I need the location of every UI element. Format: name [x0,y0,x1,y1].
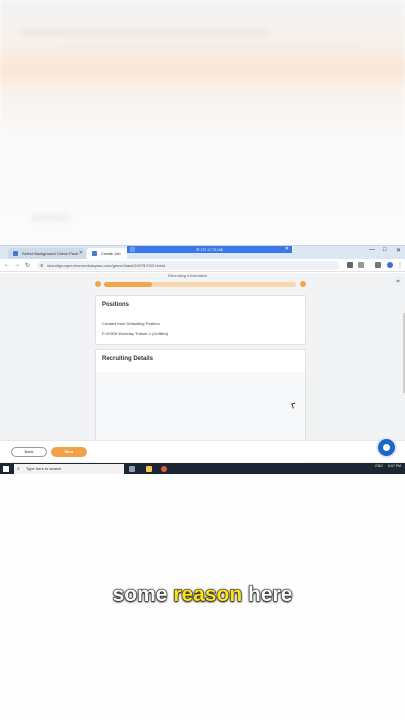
close-window-icon[interactable]: ✕ [396,247,401,254]
address-bar: ← → ↻ ⚙ shandigroupreview.workdayasu.com… [0,259,405,272]
back-arrow-icon[interactable]: ← [4,262,10,268]
positions-card: Positions Created from Defaulting Positi… [95,295,306,345]
reload-icon[interactable]: ↻ [25,262,30,269]
workday-favicon-icon [92,251,97,256]
site-info-icon[interactable]: ⚙ [40,261,44,270]
search-icon: ⌕ [17,466,20,472]
help-assistant-icon[interactable] [376,437,397,458]
back-button[interactable]: Back [11,447,47,457]
caption-word-highlight: reason [173,583,243,607]
workday-favicon-icon [13,251,18,256]
tray-lang: ENG [375,464,383,468]
chrome-icon[interactable] [161,466,167,472]
url-field[interactable]: ⚙ shandigroupreview.workdayasu.com/genx/… [37,261,340,270]
tab-label: Select Background Check Pack [22,251,79,256]
positions-field-value[interactable]: P-00909 Workday Trainer-1 (Unfilled) [102,331,168,336]
breadcrumb: Recruiting Information [168,273,208,278]
blur-line [60,44,360,50]
side-panel-toggle[interactable]: ⇄ [393,276,403,286]
system-tray[interactable]: ENG 6:07 PM [375,464,401,468]
windows-start-icon[interactable] [3,466,9,472]
taskbar-search-placeholder: Type here to search [26,466,62,471]
tab-label: Create Job [101,251,121,256]
caption-word: here [248,583,293,607]
forward-arrow-icon[interactable]: → [14,262,20,268]
screen-recording: Select Background Check Pack ✕ Create Jo… [0,245,405,474]
footer-bar: Back Next [0,440,405,462]
positions-title: Positions [102,302,130,308]
bookmark-icon[interactable] [358,262,364,268]
minimize-icon[interactable]: — [369,247,375,253]
extension-icon[interactable] [347,262,353,268]
video-caption: some reason here [0,583,405,607]
task-view-icon[interactable] [129,466,135,472]
recruiting-details-title: Recruiting Details [102,356,154,362]
windows-taskbar: ⌕ Type here to search ENG 6:07 PM [0,463,405,474]
taskbar-search-input[interactable]: ⌕ Type here to search [14,464,124,474]
next-button[interactable]: Next [51,447,87,457]
close-tab-icon[interactable]: ✕ [79,250,83,256]
caption-word: some [112,583,168,607]
workday-page: Recruiting Information Positions Created… [0,273,405,463]
menu-icon[interactable]: ⋮ [397,262,403,269]
progress-bar [104,282,296,287]
browser-tab-background-check[interactable]: Select Background Check Pack ✕ [8,248,86,259]
maximize-icon[interactable]: □ [383,247,387,253]
blur-line [30,215,70,221]
sidebar-icon[interactable] [375,262,381,268]
progress-start-dot [95,281,101,287]
browser-tab-bar: Select Background Check Pack ✕ Create Jo… [0,246,405,259]
profile-icon[interactable] [387,262,393,268]
file-explorer-icon[interactable] [146,466,152,472]
positions-field-label: Created from Defaulting Position [102,321,160,326]
close-icon[interactable]: ✕ [285,246,289,252]
browser-tab-create-job[interactable]: Create Job [87,248,127,259]
tray-time: 6:07 PM [387,464,401,468]
progress-end-dot [300,281,306,287]
blur-line [20,30,270,36]
remote-session-bar[interactable]: ☰ 172.17.72.108 ✕ [127,246,292,253]
pin-icon [130,247,135,252]
remote-session-label: ☰ 172.17.72.108 [196,247,223,252]
blurred-background [0,0,405,245]
progress-fill [104,282,152,287]
url-text: shandigroupreview.workdayasu.com/genx/d/… [47,263,166,268]
mouse-cursor-icon [291,402,297,409]
